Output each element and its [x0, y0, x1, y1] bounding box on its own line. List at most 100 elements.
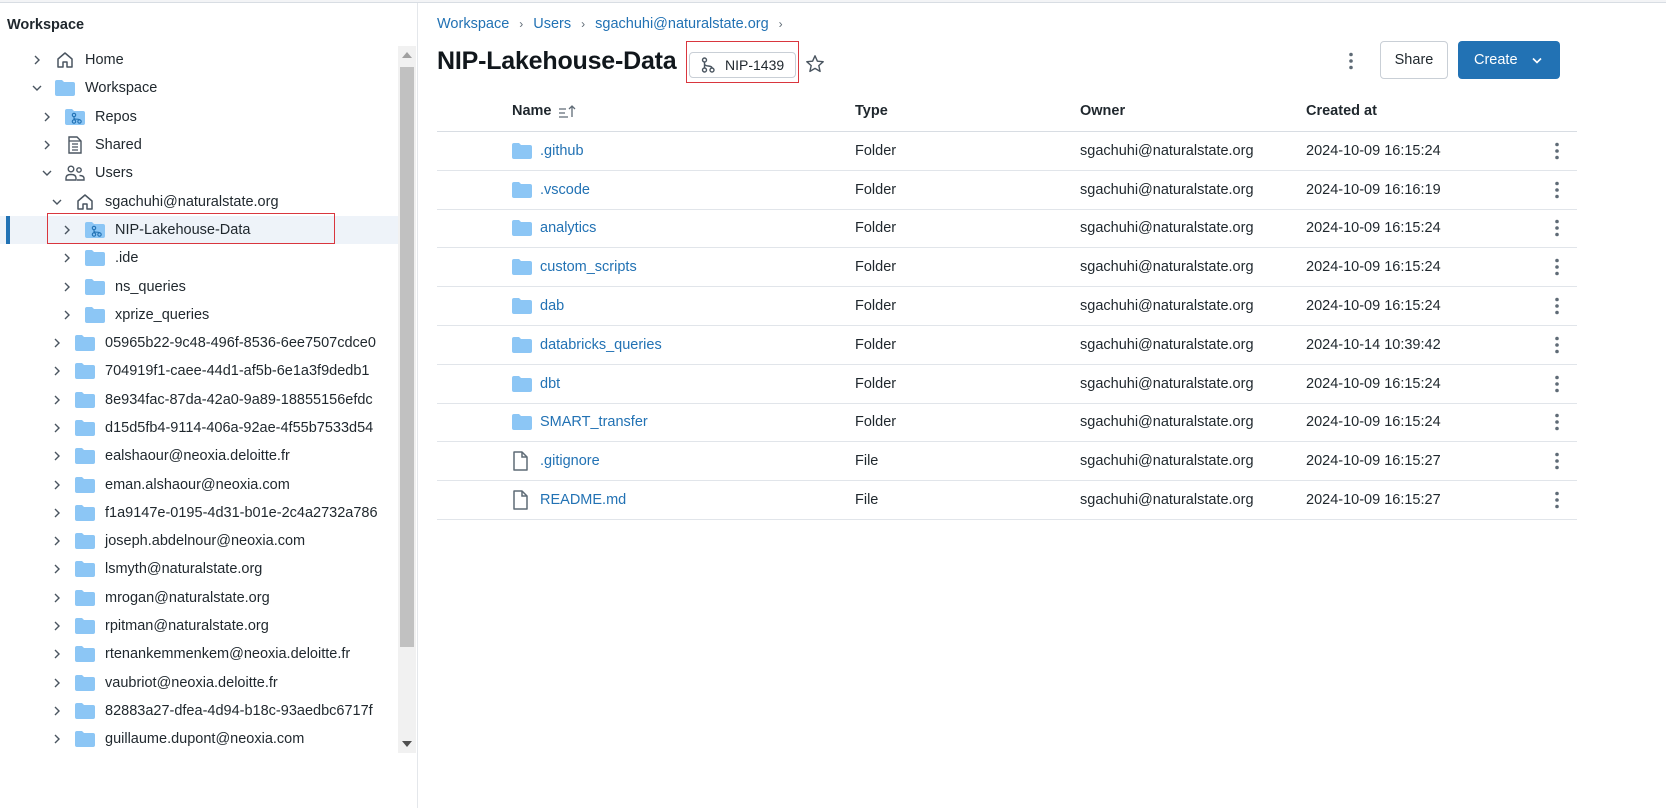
tree-item[interactable]: rtenankemmenkem@neoxia.deloitte.fr [0, 640, 398, 668]
tree-item[interactable]: ns_queries [0, 272, 398, 300]
tree-item[interactable]: sgachuhi@naturalstate.org [0, 187, 398, 215]
tree-item[interactable]: Home [0, 46, 398, 74]
tree-item[interactable]: 05965b22-9c48-496f-8536-6ee7507cdce0 [0, 329, 398, 357]
row-actions-kebab-icon[interactable] [1554, 219, 1559, 237]
chevron-right-icon[interactable] [61, 252, 73, 264]
chevron-down-icon[interactable] [51, 196, 63, 208]
scrollbar-thumb[interactable] [400, 67, 414, 647]
column-header-name[interactable]: Name [437, 103, 855, 119]
column-header-created-at[interactable]: Created at [1306, 103, 1536, 119]
tree-item[interactable]: Repos [0, 103, 398, 131]
create-button[interactable]: Create [1458, 41, 1560, 79]
chevron-right-icon[interactable] [61, 281, 73, 293]
chevron-right-icon[interactable] [51, 365, 63, 377]
table-row[interactable]: analytics Folder sgachuhi@naturalstate.org… [437, 210, 1577, 249]
tree-item[interactable]: lsmyth@naturalstate.org [0, 555, 398, 583]
row-actions-kebab-icon[interactable] [1554, 413, 1559, 431]
chevron-right-icon[interactable] [51, 705, 63, 717]
tree-item[interactable]: eman.alshaour@neoxia.com [0, 470, 398, 498]
chevron-right-icon[interactable] [41, 111, 53, 123]
sort-ascending-icon[interactable] [558, 104, 576, 118]
tree-item[interactable]: NIP-Lakehouse-Data [0, 215, 398, 245]
chevron-right-icon[interactable] [31, 54, 43, 66]
item-name-link[interactable]: custom_scripts [540, 259, 637, 275]
chevron-right-icon[interactable] [51, 394, 63, 406]
cell-created-at: 2024-10-14 10:39:42 [1306, 336, 1441, 353]
chevron-down-icon[interactable] [31, 82, 43, 94]
tree-item[interactable]: Shared [0, 131, 398, 159]
share-button[interactable]: Share [1380, 41, 1448, 79]
chevron-right-icon[interactable] [51, 592, 63, 604]
tree-item[interactable]: rpitman@naturalstate.org [0, 612, 398, 640]
row-actions-kebab-icon[interactable] [1554, 181, 1559, 199]
item-name-link[interactable]: dab [540, 298, 564, 314]
chevron-right-icon[interactable] [51, 422, 63, 434]
table-row[interactable]: databricks_queries Folder sgachuhi@natural… [437, 326, 1577, 365]
tree-item[interactable]: Workspace [0, 74, 398, 102]
column-header-type[interactable]: Type [855, 103, 1080, 119]
row-actions-kebab-icon[interactable] [1554, 452, 1559, 470]
tree-item[interactable]: xprize_queries [0, 301, 398, 329]
scroll-up-arrow-icon[interactable] [398, 46, 416, 64]
row-actions-kebab-icon[interactable] [1554, 375, 1559, 393]
row-actions-kebab-icon[interactable] [1554, 142, 1559, 160]
row-actions-kebab-icon[interactable] [1554, 258, 1559, 276]
favorite-star-icon[interactable] [805, 54, 825, 74]
chevron-right-icon[interactable] [51, 507, 63, 519]
tree-item[interactable]: ealshaour@neoxia.deloitte.fr [0, 442, 398, 470]
tree-item[interactable]: mrogan@naturalstate.org [0, 584, 398, 612]
row-actions-kebab-icon[interactable] [1554, 491, 1559, 509]
item-name-link[interactable]: .github [540, 143, 584, 159]
table-row[interactable]: custom_scripts Folder sgachuhi@naturalstat… [437, 248, 1577, 288]
table-row[interactable]: .gitignore File sgachuhi@naturalstate.org 2… [437, 442, 1577, 482]
chevron-right-icon[interactable] [41, 139, 53, 151]
tree-item[interactable]: d15d5fb4-9114-406a-92ae-4f55b7533d54 [0, 414, 398, 442]
tree-item[interactable]: joseph.abdelnour@neoxia.com [0, 527, 398, 555]
tree-item[interactable]: 8e934fac-87da-42a0-9a89-18855156efdc [0, 386, 398, 414]
scroll-down-arrow-icon[interactable] [398, 735, 416, 753]
chevron-down-icon[interactable] [41, 167, 53, 179]
chevron-right-icon[interactable] [51, 337, 63, 349]
breadcrumb-user-home[interactable]: sgachuhi@naturalstate.org [595, 16, 769, 32]
row-actions-kebab-icon[interactable] [1554, 336, 1559, 354]
item-name-link[interactable]: README.md [540, 492, 626, 508]
table-row[interactable]: dab Folder sgachuhi@naturalstate.org 2024-1… [437, 287, 1577, 326]
tree-item[interactable]: guillaume.dupont@neoxia.com [0, 725, 398, 753]
chevron-right-icon[interactable] [51, 620, 63, 632]
chevron-right-icon[interactable] [51, 450, 63, 462]
item-name-link[interactable]: .vscode [540, 182, 590, 198]
item-name-link[interactable]: .gitignore [540, 453, 600, 469]
table-row[interactable]: README.md File sgachuhi@naturalstate.org 20… [437, 481, 1577, 520]
table-row[interactable]: SMART_transfer Folder sgachuhi@naturalstat… [437, 404, 1577, 443]
item-name-link[interactable]: analytics [540, 220, 596, 236]
tree-item[interactable]: Users [0, 159, 398, 187]
tree-item[interactable]: 704919f1-caee-44d1-af5b-6e1a3f9dedb1 [0, 357, 398, 385]
tree-item[interactable]: 82883a27-dfea-4d94-b18c-93aedbc6717f [0, 697, 398, 725]
chevron-right-icon[interactable] [51, 479, 63, 491]
breadcrumb-separator-icon: › [778, 17, 783, 31]
column-header-owner[interactable]: Owner [1080, 103, 1306, 119]
item-name-link[interactable]: databricks_queries [540, 337, 662, 353]
cell-owner: sgachuhi@naturalstate.org [1080, 298, 1254, 315]
sidebar-scrollbar[interactable] [398, 46, 416, 753]
more-options-kebab-icon[interactable] [1343, 50, 1359, 72]
git-branch-button[interactable]: NIP-1439 [689, 52, 796, 78]
tree-item[interactable]: .ide [0, 244, 398, 272]
table-row[interactable]: dbt Folder sgachuhi@naturalstate.org 2024-1… [437, 365, 1577, 404]
chevron-right-icon[interactable] [61, 224, 73, 236]
chevron-right-icon[interactable] [51, 535, 63, 547]
item-name-link[interactable]: SMART_transfer [540, 414, 648, 430]
tree-item[interactable]: vaubriot@neoxia.deloitte.fr [0, 669, 398, 697]
table-row[interactable]: .github Folder sgachuhi@naturalstate.org 20… [437, 132, 1577, 171]
tree-item[interactable]: f1a9147e-0195-4d31-b01e-2c4a2732a786 [0, 499, 398, 527]
breadcrumb-users[interactable]: Users [533, 16, 571, 32]
row-actions-kebab-icon[interactable] [1554, 297, 1559, 315]
chevron-right-icon[interactable] [51, 733, 63, 745]
chevron-right-icon[interactable] [51, 648, 63, 660]
chevron-right-icon[interactable] [51, 563, 63, 575]
table-row[interactable]: .vscode Folder sgachuhi@naturalstate.org 20… [437, 171, 1577, 210]
chevron-right-icon[interactable] [51, 677, 63, 689]
breadcrumb-workspace[interactable]: Workspace [437, 16, 509, 32]
item-name-link[interactable]: dbt [540, 376, 560, 392]
chevron-right-icon[interactable] [61, 309, 73, 321]
